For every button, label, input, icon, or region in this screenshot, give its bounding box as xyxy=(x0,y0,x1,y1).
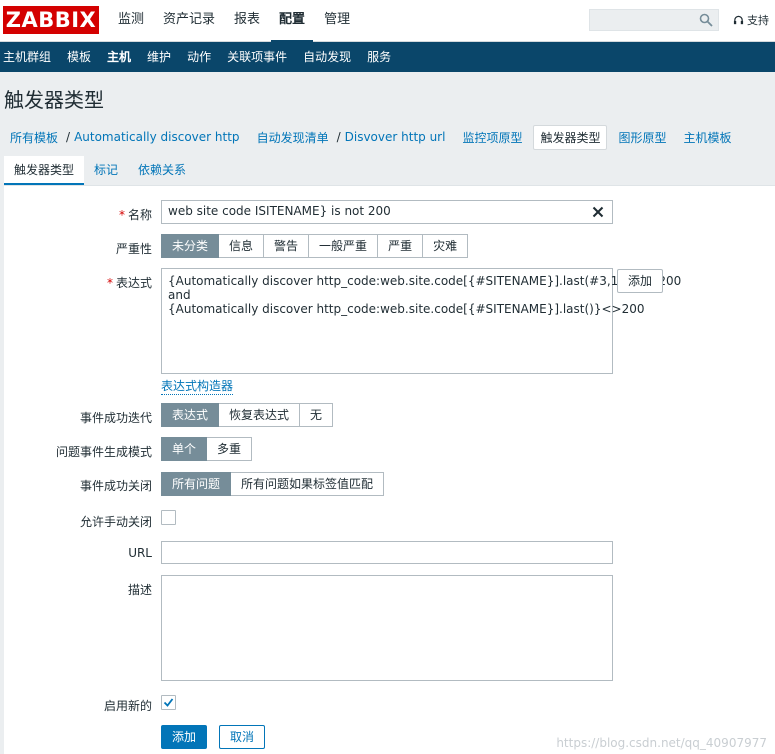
crumb-trigger-prototypes[interactable]: 触发器类型 xyxy=(533,124,608,150)
tab-trigger[interactable]: 触发器类型 xyxy=(4,156,85,186)
subnav-host-groups[interactable]: 主机群组 xyxy=(0,42,59,72)
top-bar: ZABBIX 监测 资产记录 报表 配置 管理 支持 xyxy=(0,0,775,42)
trigger-form: * 名称 web site code ISITENAME} is not 200 … xyxy=(4,185,775,754)
ok-close-tag-match[interactable]: 所有问题如果标签值匹配 xyxy=(231,472,385,496)
subnav-services[interactable]: 服务 xyxy=(364,42,399,72)
url-label: URL xyxy=(128,546,152,560)
form-tabs: 触发器类型 标记 依赖关系 xyxy=(0,156,775,186)
ok-close-label: 事件成功关闭 xyxy=(79,479,152,493)
watermark: https://blog.csdn.net/qq_40907977 xyxy=(556,736,767,750)
problem-mode-single[interactable]: 单个 xyxy=(161,437,208,461)
severity-label: 严重性 xyxy=(115,242,152,256)
enabled-checkbox[interactable] xyxy=(161,695,176,710)
description-label: 描述 xyxy=(127,583,152,597)
name-label-text: 名称 xyxy=(127,208,152,222)
nav-monitoring[interactable]: 监测 xyxy=(110,0,152,42)
subnav-maintenance[interactable]: 维护 xyxy=(144,42,179,72)
sub-nav: 主机群组 模板 主机 维护 动作 关联项事件 自动发现 服务 xyxy=(0,42,775,72)
ok-event-recovery-expression[interactable]: 恢复表达式 xyxy=(219,403,301,427)
zabbix-logo[interactable]: ZABBIX xyxy=(3,6,99,34)
subnav-actions[interactable]: 动作 xyxy=(184,42,219,72)
severity-high[interactable]: 严重 xyxy=(378,234,424,258)
breadcrumb: 所有模板 / Automatically discover http 自动发现清… xyxy=(0,124,775,150)
expression-textarea[interactable]: {Automatically discover http_code:web.si… xyxy=(161,268,682,374)
ok-event-gen-label: 事件成功迭代 xyxy=(79,411,152,425)
crumb-template[interactable]: Automatically discover http xyxy=(68,127,246,147)
nav-inventory[interactable]: 资产记录 xyxy=(155,0,223,42)
tab-dependencies[interactable]: 依赖关系 xyxy=(128,156,196,186)
clear-icon[interactable] xyxy=(592,206,604,218)
problem-mode-selector: 单个 多重 xyxy=(161,437,253,461)
name-label: * 名称 xyxy=(4,206,152,223)
support-link[interactable]: 支持 xyxy=(733,12,769,28)
ok-close-all-problems[interactable]: 所有问题 xyxy=(161,472,232,496)
subnav-templates[interactable]: 模板 xyxy=(64,42,99,72)
expression-line: {Automatically discover http_code:web.si… xyxy=(168,302,645,316)
search-icon[interactable] xyxy=(699,13,713,27)
severity-information[interactable]: 信息 xyxy=(219,234,265,258)
manual-close-checkbox[interactable] xyxy=(161,510,176,525)
severity-warning[interactable]: 警告 xyxy=(264,234,310,258)
nav-configuration[interactable]: 配置 xyxy=(271,0,314,42)
ok-event-expression[interactable]: 表达式 xyxy=(161,403,220,427)
submit-add-button[interactable]: 添加 xyxy=(161,725,208,749)
enabled-label: 启用新的 xyxy=(103,699,152,713)
url-input[interactable] xyxy=(161,541,613,564)
ok-event-gen-selector: 表达式 恢复表达式 无 xyxy=(161,403,334,427)
ok-close-selector: 所有问题 所有问题如果标签值匹配 xyxy=(161,472,385,496)
subnav-hosts[interactable]: 主机 xyxy=(104,42,139,72)
problem-mode-label: 问题事件生成模式 xyxy=(55,445,152,459)
expression-builder-link[interactable]: 表达式构造器 xyxy=(161,377,234,395)
ok-event-none[interactable]: 无 xyxy=(300,403,334,427)
crumb-discovery-list[interactable]: 自动发现清单 xyxy=(251,126,335,149)
crumb-graph-prototypes[interactable]: 图形原型 xyxy=(612,126,672,149)
subnav-discovery[interactable]: 自动发现 xyxy=(300,42,359,72)
expression-line: and xyxy=(168,288,191,302)
crumb-all-templates[interactable]: 所有模板 xyxy=(4,126,64,149)
severity-disaster[interactable]: 灾难 xyxy=(423,234,469,258)
problem-mode-multiple[interactable]: 多重 xyxy=(207,437,253,461)
checkmark-icon xyxy=(163,698,174,707)
description-textarea[interactable] xyxy=(161,575,613,681)
main-nav: 监测 资产记录 报表 配置 管理 xyxy=(110,0,361,42)
expression-label-text: 表达式 xyxy=(115,276,152,290)
crumb-item-prototypes[interactable]: 监控项原型 xyxy=(456,126,528,149)
page-title: 触发器类型 xyxy=(4,88,104,112)
search-input[interactable] xyxy=(589,9,719,31)
subnav-correlation[interactable]: 关联项事件 xyxy=(224,42,295,72)
required-mark: * xyxy=(106,276,113,290)
nav-reports[interactable]: 报表 xyxy=(226,0,268,42)
severity-average[interactable]: 一般严重 xyxy=(309,234,379,258)
headset-icon xyxy=(733,15,744,24)
expression-line: {Automatically discover http_code:web.si… xyxy=(168,274,682,288)
severity-not-classified[interactable]: 未分类 xyxy=(161,234,220,258)
expression-label: * 表达式 xyxy=(4,274,152,291)
tab-tags[interactable]: 标记 xyxy=(84,156,128,186)
required-mark: * xyxy=(118,208,125,222)
crumb-discovery-rule[interactable]: Disvover http url xyxy=(339,127,452,147)
support-label: 支持 xyxy=(747,14,769,27)
name-input[interactable]: web site code ISITENAME} is not 200 xyxy=(161,200,613,224)
severity-selector: 未分类 信息 警告 一般严重 严重 灾难 xyxy=(161,234,469,258)
manual-close-label: 允许手动关闭 xyxy=(79,515,152,529)
nav-administration[interactable]: 管理 xyxy=(316,0,358,42)
crumb-host-prototypes[interactable]: 主机模板 xyxy=(678,126,738,149)
add-expression-button[interactable]: 添加 xyxy=(617,269,664,293)
name-input-value: web site code ISITENAME} is not 200 xyxy=(168,204,391,218)
cancel-button[interactable]: 取消 xyxy=(219,725,266,749)
